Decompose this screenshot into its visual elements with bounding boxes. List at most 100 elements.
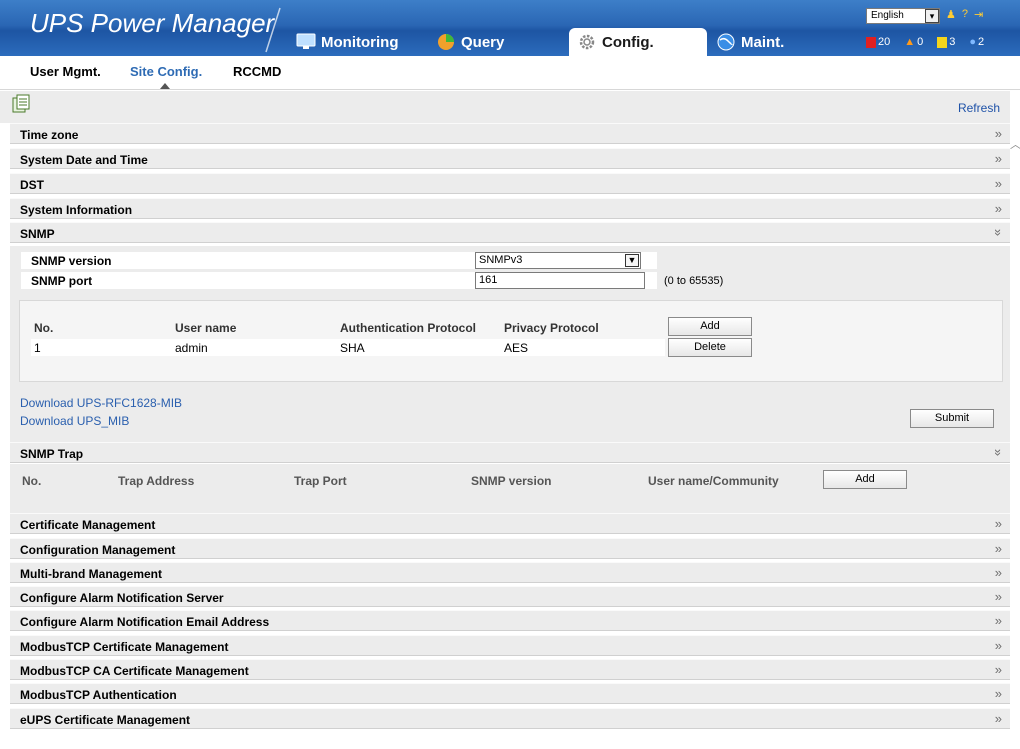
- section-label: Multi-brand Management: [20, 567, 163, 581]
- chevron-right-icon: »: [994, 613, 1002, 628]
- gear-icon: [579, 34, 595, 50]
- snmp-port-input[interactable]: 161: [475, 272, 645, 289]
- chevron-right-icon: »: [994, 638, 1002, 653]
- minor-alarm-count: 3: [949, 36, 956, 48]
- delete-user-button[interactable]: Delete: [668, 338, 752, 357]
- chevron-right-icon: »: [994, 201, 1002, 216]
- tab-maint-label: Maint.: [741, 33, 785, 51]
- refresh-link[interactable]: Refresh: [958, 101, 1000, 115]
- section-label: ModbusTCP CA Certificate Management: [20, 664, 249, 678]
- chevron-down-icon: »: [990, 448, 1006, 457]
- major-alarm-count: 0: [917, 36, 924, 48]
- help-icon[interactable]: ?: [962, 8, 968, 21]
- section-dst[interactable]: DST »: [10, 173, 1010, 194]
- section-label: Configure Alarm Notification Server: [20, 591, 224, 605]
- export-icon[interactable]: [11, 94, 31, 114]
- snmp-version-label: SNMP version: [31, 254, 112, 268]
- section-eups-cert[interactable]: eUPS Certificate Management »: [10, 708, 1010, 729]
- info-circle-icon: ●: [969, 36, 977, 48]
- tab-config-label: Config.: [602, 33, 654, 51]
- section-certificate-mgmt[interactable]: Certificate Management »: [10, 513, 1010, 534]
- download-ups-mib-link[interactable]: Download UPS_MIB: [20, 414, 129, 428]
- chevron-right-icon: »: [994, 711, 1002, 726]
- chevron-down-icon: »: [990, 228, 1006, 237]
- tab-query[interactable]: Query: [436, 28, 504, 56]
- section-system-date[interactable]: System Date and Time »: [10, 148, 1010, 169]
- snmp-version-select[interactable]: SNMPv3 ▼: [475, 252, 641, 269]
- top-header: UPS Power Manager Monitoring Query Confi…: [0, 0, 1020, 56]
- logout-icon[interactable]: ⇥: [974, 8, 983, 21]
- section-system-info[interactable]: System Information »: [10, 198, 1010, 219]
- section-alarm-email[interactable]: Configure Alarm Notification Email Addre…: [10, 610, 1010, 631]
- section-label: Configure Alarm Notification Email Addre…: [20, 615, 270, 629]
- user-auth-cell: SHA: [340, 341, 365, 355]
- user-no-cell: 1: [34, 341, 41, 355]
- section-modbus-ca-cert[interactable]: ModbusTCP CA Certificate Management »: [10, 659, 1010, 680]
- pie-chart-icon: [438, 34, 454, 50]
- tab-monitoring-label: Monitoring: [321, 33, 399, 51]
- trap-column-no: No.: [22, 474, 42, 488]
- chevron-down-icon[interactable]: ▾: [925, 9, 939, 23]
- trap-column-port: Trap Port: [294, 474, 347, 488]
- sub-navigation: User Mgmt. Site Config. RCCMD: [0, 56, 1020, 90]
- chevron-down-icon: ▼: [625, 254, 639, 267]
- subnav-user-mgmt[interactable]: User Mgmt.: [30, 64, 101, 79]
- snmp-port-hint: (0 to 65535): [664, 275, 724, 287]
- snmp-version-value: SNMPv3: [479, 254, 523, 266]
- chevron-right-icon: »: [994, 662, 1002, 677]
- tab-query-label: Query: [461, 33, 505, 51]
- section-snmp-trap[interactable]: SNMP Trap »: [10, 442, 1010, 463]
- top-icons: ♟ ? ⇥: [946, 8, 983, 21]
- section-label: SNMP Trap: [20, 447, 84, 461]
- column-header-privacy-protocol: Privacy Protocol: [504, 321, 599, 335]
- section-label: DST: [20, 178, 44, 192]
- snmp-users-panel: No. User name Authentication Protocol Pr…: [19, 300, 1003, 382]
- warning-alarm-badge[interactable]: ● 2: [969, 36, 984, 48]
- chevron-right-icon: »: [994, 541, 1002, 556]
- chevron-right-icon: »: [994, 516, 1002, 531]
- critical-alarm-badge[interactable]: 20: [866, 36, 890, 48]
- submit-button[interactable]: Submit: [910, 409, 994, 428]
- scroll-up-icon[interactable]: ︿: [1010, 136, 1020, 152]
- warning-triangle-icon: ▲: [904, 36, 916, 48]
- column-header-no: No.: [34, 321, 54, 335]
- critical-alarm-count: 20: [878, 36, 891, 48]
- section-alarm-server[interactable]: Configure Alarm Notification Server »: [10, 586, 1010, 607]
- section-label: Time zone: [20, 128, 79, 142]
- subnav-rccmd[interactable]: RCCMD: [233, 64, 281, 79]
- section-label: System Date and Time: [20, 153, 148, 167]
- trap-column-snmp-version: SNMP version: [471, 474, 552, 488]
- monitor-icon: [296, 33, 316, 49]
- tab-config[interactable]: Config.: [569, 28, 707, 56]
- section-label: ModbusTCP Authentication: [20, 688, 177, 702]
- user-icon[interactable]: ♟: [946, 8, 956, 21]
- section-configuration-mgmt[interactable]: Configuration Management »: [10, 538, 1010, 559]
- trap-column-user-community: User name/Community: [648, 474, 779, 488]
- tab-maint[interactable]: Maint.: [716, 28, 784, 56]
- app-title: UPS Power Manager: [30, 8, 275, 38]
- divider-slash-icon: [265, 7, 281, 53]
- section-modbus-auth[interactable]: ModbusTCP Authentication »: [10, 683, 1010, 704]
- section-time-zone[interactable]: Time zone »: [10, 123, 1010, 144]
- tab-monitoring[interactable]: Monitoring: [296, 28, 398, 56]
- section-multibrand-mgmt[interactable]: Multi-brand Management »: [10, 562, 1010, 583]
- column-header-auth-protocol: Authentication Protocol: [340, 321, 476, 335]
- subnav-site-config[interactable]: Site Config.: [130, 64, 202, 79]
- chevron-right-icon: »: [994, 176, 1002, 191]
- user-privacy-cell: AES: [504, 341, 529, 355]
- minor-alarm-badge[interactable]: 3: [937, 36, 955, 48]
- globe-icon: [717, 33, 735, 51]
- section-modbus-cert[interactable]: ModbusTCP Certificate Management »: [10, 635, 1010, 656]
- section-label: Certificate Management: [20, 518, 156, 532]
- download-rfc1628-mib-link[interactable]: Download UPS-RFC1628-MIB: [20, 396, 182, 410]
- chevron-right-icon: »: [994, 686, 1002, 701]
- major-alarm-badge[interactable]: ▲ 0: [904, 36, 923, 48]
- section-snmp[interactable]: SNMP »: [10, 222, 1010, 243]
- alarm-counters: 20 ▲ 0 3 ● 2: [866, 36, 984, 48]
- minor-alarm-icon: [937, 36, 948, 48]
- add-trap-button[interactable]: Add: [823, 470, 907, 489]
- section-label: ModbusTCP Certificate Management: [20, 640, 229, 654]
- chevron-right-icon: »: [994, 151, 1002, 166]
- add-user-button[interactable]: Add: [668, 317, 752, 336]
- section-label: Configuration Management: [20, 543, 176, 557]
